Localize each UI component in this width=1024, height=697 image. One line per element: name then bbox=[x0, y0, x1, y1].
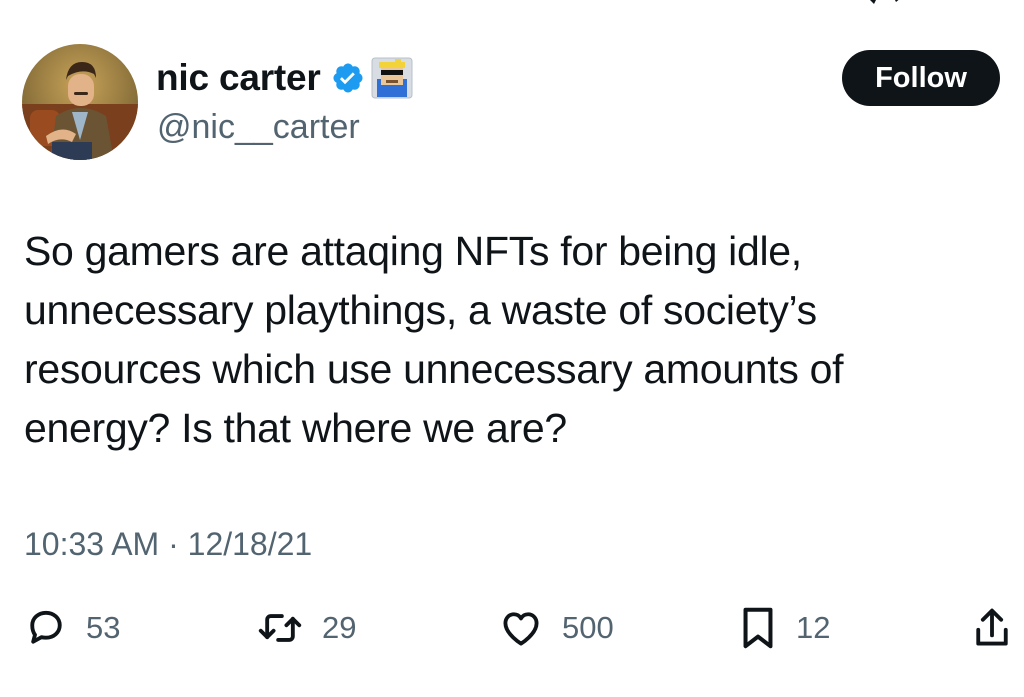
repost-button[interactable]: 29 bbox=[256, 600, 356, 656]
tweet-text-line: resources which use unnecessary amounts … bbox=[24, 346, 844, 392]
repost-count: 29 bbox=[322, 610, 357, 645]
bookmark-button[interactable]: 12 bbox=[738, 600, 830, 656]
tweet-text-line: energy? Is that where we are? bbox=[24, 405, 567, 451]
x-logo-fragment-icon bbox=[870, 0, 899, 4]
tweet-time: 10:33 AM bbox=[24, 526, 160, 562]
reply-button[interactable]: 53 bbox=[24, 600, 120, 656]
author-name-row: nic carter bbox=[156, 56, 413, 100]
tweet-date: 12/18/21 bbox=[187, 526, 313, 562]
tweet-text-line: So gamers are attaqing NFTs for being id… bbox=[24, 228, 802, 274]
share-button[interactable] bbox=[972, 600, 1012, 656]
like-count: 500 bbox=[562, 610, 614, 645]
tweet-text: So gamers are attaqing NFTs for being id… bbox=[24, 222, 1004, 458]
like-icon bbox=[503, 612, 539, 646]
verified-badge-icon[interactable] bbox=[331, 61, 365, 95]
reply-count: 53 bbox=[86, 610, 121, 645]
like-button[interactable]: 500 bbox=[498, 600, 614, 656]
display-name[interactable]: nic carter bbox=[156, 56, 321, 100]
reply-icon bbox=[30, 610, 62, 644]
timestamp-separator: · bbox=[168, 526, 179, 562]
bookmark-icon bbox=[743, 607, 773, 649]
tweet-timestamp[interactable]: 10:33 AM · 12/18/21 bbox=[24, 522, 312, 566]
author-handle[interactable]: @nic__carter bbox=[157, 106, 360, 148]
tweet-card: nic carter @nic__carter Follow So gamers… bbox=[0, 0, 1024, 697]
avatar[interactable] bbox=[22, 44, 138, 160]
pixel-character-badge-icon[interactable] bbox=[371, 57, 413, 99]
repost-icon bbox=[258, 614, 302, 642]
bookmark-count: 12 bbox=[796, 610, 831, 645]
profile-illustration-icon bbox=[22, 44, 138, 160]
tweet-text-line: unnecessary playthings, a waste of socie… bbox=[24, 287, 817, 333]
follow-button[interactable]: Follow bbox=[842, 50, 1000, 106]
share-icon bbox=[976, 608, 1008, 646]
tweet-action-bar: 53 29 500 12 bbox=[0, 600, 1024, 656]
